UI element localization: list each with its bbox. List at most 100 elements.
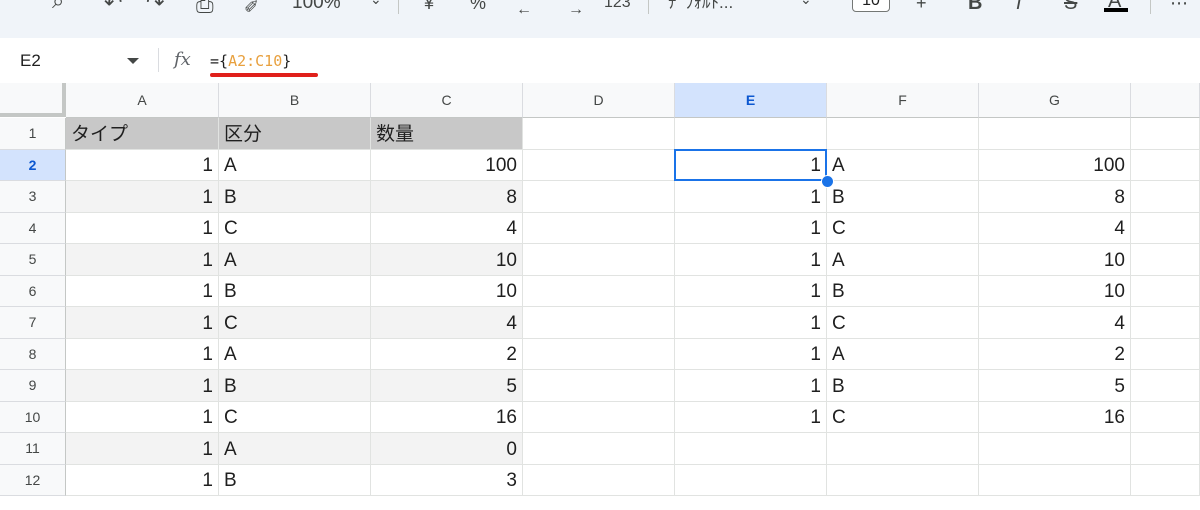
cell-e11[interactable]	[675, 433, 827, 465]
cell-c1[interactable]: 数量	[371, 118, 523, 150]
cell-f4[interactable]: C	[827, 212, 979, 244]
column-header-b[interactable]: B	[219, 83, 371, 118]
cell-c3[interactable]: 8	[371, 181, 523, 213]
cell-d12[interactable]	[523, 464, 675, 496]
cell-d7[interactable]	[523, 307, 675, 339]
row-header-5[interactable]: 5	[0, 244, 66, 276]
cell-d3[interactable]	[523, 181, 675, 213]
cell-f1[interactable]	[827, 118, 979, 150]
cell-f3[interactable]: B	[827, 181, 979, 213]
row-header-10[interactable]: 10	[0, 401, 66, 433]
cell-e1[interactable]	[675, 118, 827, 150]
italic-icon[interactable]: I	[1016, 0, 1022, 14]
select-all-corner[interactable]	[0, 83, 66, 117]
column-header-c[interactable]: C	[371, 83, 523, 118]
search-menus-icon[interactable]: ⌕	[52, 0, 64, 12]
cell-a2[interactable]: 1	[66, 149, 219, 181]
cell-g7[interactable]: 4	[979, 307, 1131, 339]
row-header-8[interactable]: 8	[0, 338, 66, 370]
column-header-d[interactable]: D	[523, 83, 675, 118]
row-header-6[interactable]: 6	[0, 275, 66, 307]
row-header-11[interactable]: 11	[0, 433, 66, 465]
cell-g12[interactable]	[979, 464, 1131, 496]
format-percent-icon[interactable]: %	[470, 0, 486, 14]
cell-h8[interactable]	[1131, 338, 1200, 370]
cell-b12[interactable]: B	[219, 464, 371, 496]
cell-h10[interactable]	[1131, 401, 1200, 433]
zoom-chevron-down-icon[interactable]: ⌄	[370, 0, 382, 10]
cell-c10[interactable]: 16	[371, 401, 523, 433]
row-header-7[interactable]: 7	[0, 307, 66, 339]
cell-g2[interactable]: 100	[979, 149, 1131, 181]
cell-b2[interactable]: A	[219, 149, 371, 181]
row-header-1[interactable]: 1	[0, 118, 66, 150]
cell-g8[interactable]: 2	[979, 338, 1131, 370]
cell-b9[interactable]: B	[219, 370, 371, 402]
cell-g11[interactable]	[979, 433, 1131, 465]
cell-g5[interactable]: 10	[979, 244, 1131, 276]
column-header-f[interactable]: F	[827, 83, 979, 118]
cell-d6[interactable]	[523, 275, 675, 307]
cell-f11[interactable]	[827, 433, 979, 465]
paint-format-icon[interactable]: ✐	[244, 0, 259, 18]
cell-e8[interactable]: 1	[675, 338, 827, 370]
cell-a9[interactable]: 1	[66, 370, 219, 402]
cell-b7[interactable]: C	[219, 307, 371, 339]
cell-a1[interactable]: タイプ	[66, 118, 219, 150]
column-header-a[interactable]: A	[66, 83, 219, 118]
cell-f12[interactable]	[827, 464, 979, 496]
redo-icon[interactable]: ↷	[146, 0, 164, 14]
font-chevron-down-icon[interactable]: ⌄	[800, 0, 812, 10]
cell-g10[interactable]: 16	[979, 401, 1131, 433]
cell-d9[interactable]	[523, 370, 675, 402]
name-box-chevron-down-icon[interactable]	[127, 58, 139, 64]
increase-font-size-icon[interactable]: +	[916, 0, 927, 14]
font-select[interactable]: ﾃﾞﾌｫﾙﾄ...	[668, 0, 733, 14]
decrease-decimal-icon[interactable]: ←	[516, 0, 532, 21]
cell-d11[interactable]	[523, 433, 675, 465]
print-icon[interactable]: ⎙	[196, 0, 214, 16]
cell-a7[interactable]: 1	[66, 307, 219, 339]
cell-a5[interactable]: 1	[66, 244, 219, 276]
cell-e10[interactable]: 1	[675, 401, 827, 433]
cell-b4[interactable]: C	[219, 212, 371, 244]
cell-h12[interactable]	[1131, 464, 1200, 496]
cell-c4[interactable]: 4	[371, 212, 523, 244]
cell-e3[interactable]: 1	[675, 181, 827, 213]
cell-h1[interactable]	[1131, 118, 1200, 150]
cell-d4[interactable]	[523, 212, 675, 244]
row-header-3[interactable]: 3	[0, 181, 66, 213]
font-size-input[interactable]: 10	[852, 0, 890, 12]
cell-f8[interactable]: A	[827, 338, 979, 370]
cell-e5[interactable]: 1	[675, 244, 827, 276]
cell-b1[interactable]: 区分	[219, 118, 371, 150]
column-header-partial[interactable]	[1131, 83, 1200, 118]
cell-h3[interactable]	[1131, 181, 1200, 213]
cell-d2[interactable]	[523, 149, 675, 181]
increase-decimal-icon[interactable]: →	[568, 0, 584, 21]
cell-b5[interactable]: A	[219, 244, 371, 276]
cell-b6[interactable]: B	[219, 275, 371, 307]
cell-a6[interactable]: 1	[66, 275, 219, 307]
cell-f7[interactable]: C	[827, 307, 979, 339]
row-header-4[interactable]: 4	[0, 212, 66, 244]
cell-a10[interactable]: 1	[66, 401, 219, 433]
cell-h5[interactable]	[1131, 244, 1200, 276]
cell-a4[interactable]: 1	[66, 212, 219, 244]
cell-d1[interactable]	[523, 118, 675, 150]
cell-c7[interactable]: 4	[371, 307, 523, 339]
cell-g4[interactable]: 4	[979, 212, 1131, 244]
cell-c8[interactable]: 2	[371, 338, 523, 370]
cell-h6[interactable]	[1131, 275, 1200, 307]
format-currency-icon[interactable]: ¥	[424, 0, 434, 14]
cell-e7[interactable]: 1	[675, 307, 827, 339]
cell-g6[interactable]: 10	[979, 275, 1131, 307]
name-box[interactable]: E2	[20, 51, 41, 71]
cell-e2[interactable]: 1	[675, 149, 827, 181]
more-options-icon[interactable]: ⋯	[1170, 0, 1188, 14]
cell-c9[interactable]: 5	[371, 370, 523, 402]
row-header-2[interactable]: 2	[0, 149, 66, 181]
cell-h4[interactable]	[1131, 212, 1200, 244]
row-header-9[interactable]: 9	[0, 370, 66, 402]
cell-b11[interactable]: A	[219, 433, 371, 465]
